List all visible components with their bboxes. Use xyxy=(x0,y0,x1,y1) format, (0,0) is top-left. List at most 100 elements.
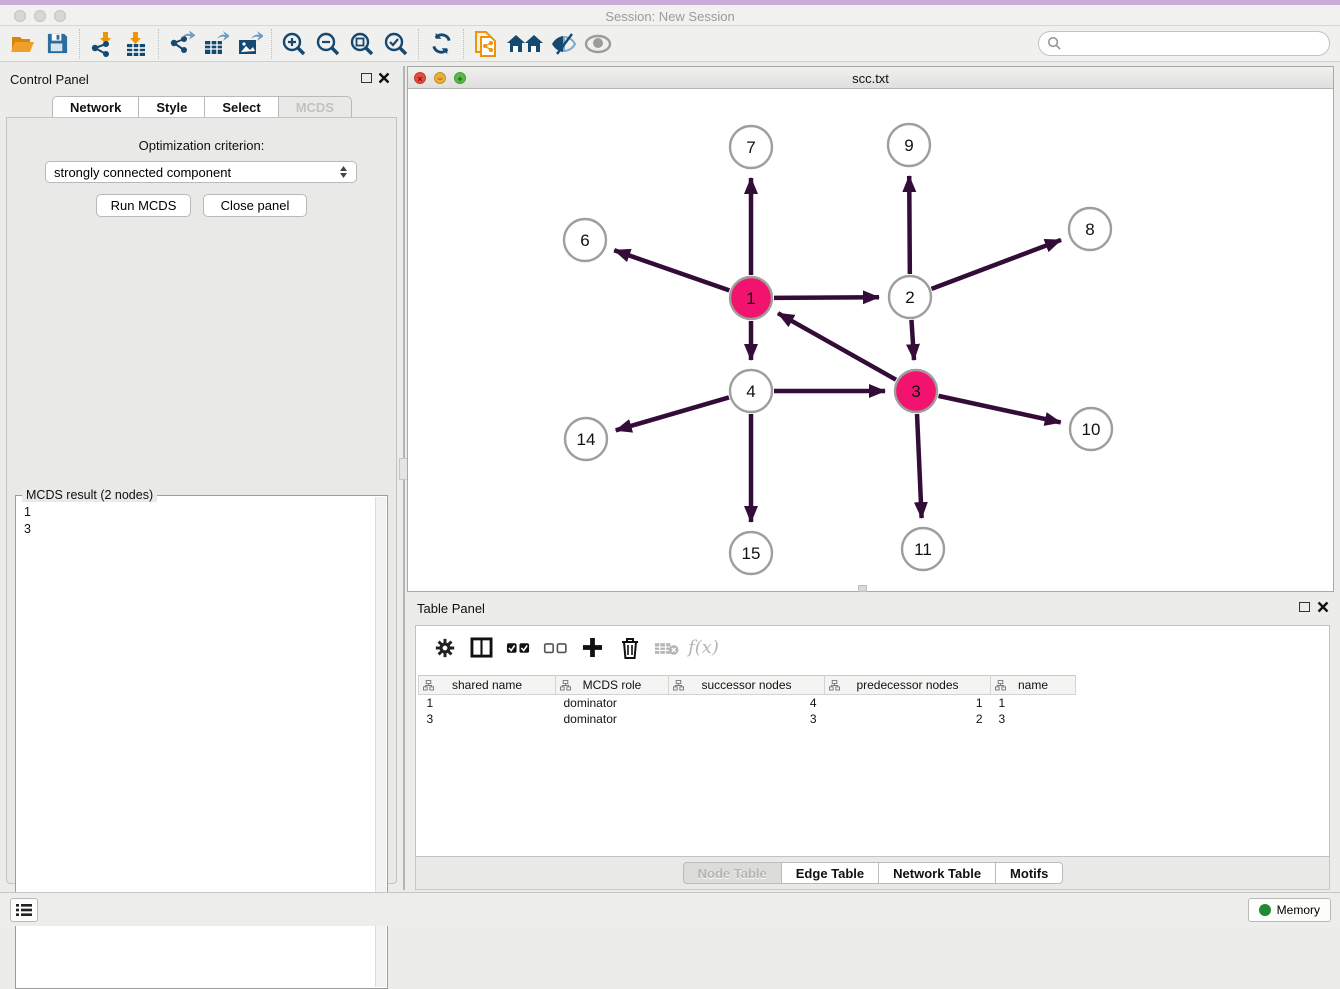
edge-1-6[interactable] xyxy=(614,250,729,290)
column-header-name[interactable]: name xyxy=(991,676,1076,695)
edge-3-10[interactable] xyxy=(938,396,1060,423)
eye-slash-icon xyxy=(550,32,578,56)
node-label-7: 7 xyxy=(746,138,755,157)
tab-motifs[interactable]: Motifs xyxy=(995,862,1063,884)
mcds-panel: Optimization criterion: strongly connect… xyxy=(6,117,397,884)
tab-style[interactable]: Style xyxy=(138,96,205,118)
tab-select[interactable]: Select xyxy=(204,96,278,118)
network-graph-canvas[interactable]: 7968124314101511 xyxy=(408,89,1333,591)
open-folder-icon xyxy=(10,32,36,56)
edge-2-8[interactable] xyxy=(932,240,1061,289)
toggle-visibility-button[interactable] xyxy=(547,29,581,59)
toolbar-separator xyxy=(158,29,159,59)
column-header-MCDS-role[interactable]: MCDS role xyxy=(556,676,669,695)
tab-node-table[interactable]: Node Table xyxy=(683,862,782,884)
zoom-out-icon xyxy=(315,31,341,57)
window-resize-handle[interactable] xyxy=(858,585,867,592)
zoom-in-icon xyxy=(281,31,307,57)
cell[interactable]: 1 xyxy=(991,695,1076,711)
open-session-button[interactable] xyxy=(6,29,40,59)
column-header-successor-nodes[interactable]: successor nodes xyxy=(669,676,825,695)
trash-icon xyxy=(620,637,640,659)
add-column-button[interactable] xyxy=(574,631,611,665)
export-network-icon xyxy=(168,31,195,57)
cell[interactable]: 1 xyxy=(825,695,991,711)
unchecked-boxes-icon xyxy=(543,642,568,654)
close-panel-icon[interactable] xyxy=(1317,601,1329,613)
search-box[interactable] xyxy=(1038,31,1330,56)
zoom-fit-button[interactable] xyxy=(345,29,379,59)
close-panel-icon[interactable] xyxy=(378,72,390,84)
optimization-criterion-label: Optimization criterion: xyxy=(7,138,396,153)
export-table-button[interactable] xyxy=(198,29,232,59)
toolbar-separator xyxy=(463,29,464,59)
float-panel-icon[interactable] xyxy=(1299,602,1310,612)
zoom-in-button[interactable] xyxy=(277,29,311,59)
table-tabs-strip: Node TableEdge TableNetwork TableMotifs xyxy=(415,857,1330,890)
tab-mcds[interactable]: MCDS xyxy=(278,96,352,118)
export-network-button[interactable] xyxy=(164,29,198,59)
table-row[interactable]: 1dominator411 xyxy=(419,695,1076,711)
close-panel-button[interactable]: Close panel xyxy=(203,194,307,217)
column-header-shared-name[interactable]: shared name xyxy=(419,676,556,695)
delete-table-icon xyxy=(654,640,679,656)
cell[interactable]: dominator xyxy=(556,695,669,711)
selected-option: strongly connected component xyxy=(54,165,231,180)
memory-button[interactable]: Memory xyxy=(1248,898,1331,922)
apply-layout-button[interactable] xyxy=(424,29,458,59)
cell[interactable]: 2 xyxy=(825,711,991,727)
tab-edge-table[interactable]: Edge Table xyxy=(781,862,879,884)
select-all-button[interactable] xyxy=(500,631,537,665)
tab-network[interactable]: Network xyxy=(52,96,139,118)
search-icon xyxy=(1047,36,1062,51)
export-image-icon xyxy=(236,31,263,57)
task-history-button[interactable] xyxy=(10,898,38,922)
network-view-window[interactable]: × − + scc.txt 7968124314101511 xyxy=(407,66,1334,592)
delete-column-button[interactable] xyxy=(611,631,648,665)
list-icon xyxy=(16,903,32,917)
export-image-button[interactable] xyxy=(232,29,266,59)
control-panel-header: Control Panel xyxy=(0,66,403,92)
show-graphics-details-button[interactable] xyxy=(581,29,615,59)
column-header-predecessor-nodes[interactable]: predecessor nodes xyxy=(825,676,991,695)
search-input[interactable] xyxy=(1062,36,1312,51)
zoom-selected-icon xyxy=(383,31,409,57)
table-panel-body: f(x) shared nameMCDS rolesuccessor nodes… xyxy=(415,625,1330,857)
cell[interactable]: 3 xyxy=(991,711,1076,727)
memory-label: Memory xyxy=(1277,903,1320,917)
node-label-2: 2 xyxy=(905,288,914,307)
deselect-all-button[interactable] xyxy=(537,631,574,665)
cell[interactable]: 1 xyxy=(419,695,556,711)
cell[interactable]: 4 xyxy=(669,695,825,711)
import-table-button[interactable] xyxy=(119,29,153,59)
zoom-out-button[interactable] xyxy=(311,29,345,59)
cell[interactable]: dominator xyxy=(556,711,669,727)
node-label-1: 1 xyxy=(746,289,755,308)
edge-3-1[interactable] xyxy=(778,313,896,379)
function-builder-button[interactable]: f(x) xyxy=(685,631,722,665)
float-panel-icon[interactable] xyxy=(361,73,372,83)
cell[interactable]: 3 xyxy=(669,711,825,727)
eye-disabled-icon xyxy=(584,33,612,55)
table-settings-button[interactable] xyxy=(426,631,463,665)
edge-2-9[interactable] xyxy=(909,176,910,274)
node-table[interactable]: shared nameMCDS rolesuccessor nodesprede… xyxy=(418,675,1076,727)
run-mcds-button[interactable]: Run MCDS xyxy=(96,194,191,217)
save-session-button[interactable] xyxy=(40,29,74,59)
import-network-button[interactable] xyxy=(85,29,119,59)
edge-2-3[interactable] xyxy=(911,320,914,360)
edge-4-14[interactable] xyxy=(616,397,729,430)
import-table-icon xyxy=(123,31,149,57)
cell[interactable]: 3 xyxy=(419,711,556,727)
node-label-15: 15 xyxy=(742,544,761,563)
zoom-selected-button[interactable] xyxy=(379,29,413,59)
table-row[interactable]: 3dominator323 xyxy=(419,711,1076,727)
optimization-criterion-select[interactable]: strongly connected component xyxy=(45,161,357,183)
edge-1-2[interactable] xyxy=(774,297,879,298)
column-layout-button[interactable] xyxy=(463,631,500,665)
edge-3-11[interactable] xyxy=(917,414,922,518)
home-button[interactable] xyxy=(503,29,547,59)
network-from-file-button[interactable] xyxy=(469,29,503,59)
delete-table-button[interactable] xyxy=(648,631,685,665)
tab-network-table[interactable]: Network Table xyxy=(878,862,996,884)
